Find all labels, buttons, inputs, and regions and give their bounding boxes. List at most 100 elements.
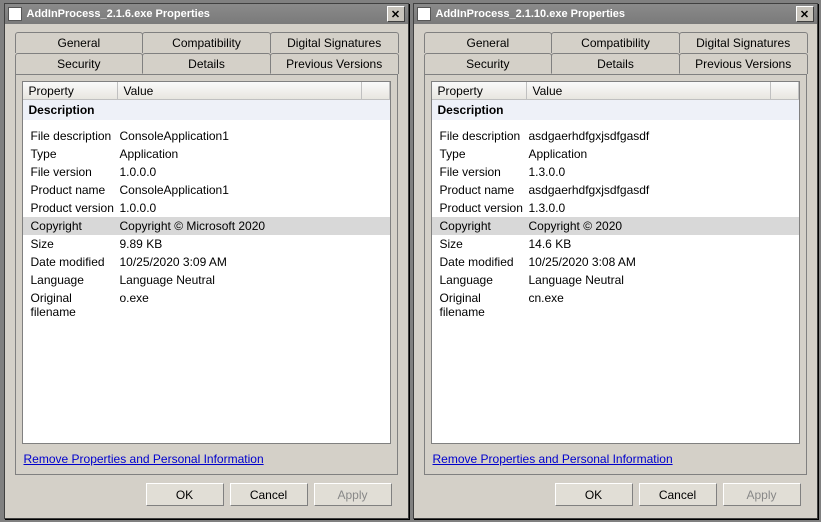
property-value: asdgaerhdfgxjsdfgasdf [527, 183, 799, 197]
tab-previous-versions[interactable]: Previous Versions [270, 53, 399, 74]
close-button[interactable]: ✕ [796, 6, 814, 22]
list-header: PropertyValue [432, 82, 799, 100]
property-name: File version [23, 165, 118, 179]
property-value: 1.0.0.0 [118, 201, 390, 215]
property-value: o.exe [118, 291, 390, 319]
property-value: 14.6 KB [527, 237, 799, 251]
property-name: Product version [432, 201, 527, 215]
property-value: 10/25/2020 3:08 AM [527, 255, 799, 269]
column-spacer [771, 82, 799, 99]
property-value: 1.0.0.0 [118, 165, 390, 179]
tabstrip: GeneralCompatibilityDigital Signatures Se… [424, 32, 807, 74]
property-row[interactable]: Product nameasdgaerhdfgxjsdfgasdf [432, 181, 799, 199]
property-name: Original filename [23, 291, 118, 319]
tabstrip: GeneralCompatibilityDigital Signatures Se… [15, 32, 398, 74]
property-name: Product name [23, 183, 118, 197]
tab-panel-details: PropertyValueDescription File description… [424, 74, 807, 475]
property-value: ConsoleApplication1 [118, 129, 390, 143]
properties-list[interactable]: PropertyValueDescription File description… [22, 81, 391, 444]
tab-details[interactable]: Details [551, 53, 680, 74]
tab-general[interactable]: General [15, 32, 144, 53]
property-row[interactable]: Product version1.3.0.0 [432, 199, 799, 217]
property-row[interactable]: TypeApplication [23, 145, 390, 163]
property-row[interactable]: LanguageLanguage Neutral [432, 271, 799, 289]
property-row[interactable]: CopyrightCopyright © 2020 [432, 217, 799, 235]
window-title: AddInProcess_2.1.6.exe Properties [27, 8, 387, 20]
dialog-body: GeneralCompatibilityDigital Signatures Se… [5, 24, 408, 518]
cancel-button[interactable]: Cancel [230, 483, 308, 506]
tab-details[interactable]: Details [142, 53, 271, 74]
column-property[interactable]: Property [23, 82, 118, 99]
tab-digital-signatures[interactable]: Digital Signatures [679, 32, 808, 53]
property-row[interactable]: File version1.0.0.0 [23, 163, 390, 181]
property-name: Copyright [23, 219, 118, 233]
apply-button[interactable]: Apply [314, 483, 392, 506]
list-body: Description File descriptionConsoleApplic… [23, 100, 390, 443]
link-row: Remove Properties and Personal Informati… [431, 444, 800, 468]
close-button[interactable]: ✕ [387, 6, 405, 22]
tab-compatibility[interactable]: Compatibility [551, 32, 680, 53]
property-row[interactable]: Original filenamecn.exe [432, 289, 799, 321]
property-value: Copyright © 2020 [527, 219, 799, 233]
property-row[interactable]: File descriptionasdgaerhdfgxjsdfgasdf [432, 127, 799, 145]
window-title: AddInProcess_2.1.10.exe Properties [436, 8, 796, 20]
column-value[interactable]: Value [527, 82, 771, 99]
remove-properties-link[interactable]: Remove Properties and Personal Informati… [24, 452, 264, 466]
tab-compatibility[interactable]: Compatibility [142, 32, 271, 53]
property-name: Product name [432, 183, 527, 197]
tab-security[interactable]: Security [15, 53, 144, 74]
list-body: DescriptionFile descriptionasdgaerhdfgxj… [432, 100, 799, 443]
remove-properties-link[interactable]: Remove Properties and Personal Informati… [433, 452, 673, 466]
apply-button[interactable]: Apply [723, 483, 801, 506]
column-value[interactable]: Value [118, 82, 362, 99]
property-name: Type [432, 147, 527, 161]
tab-digital-signatures[interactable]: Digital Signatures [270, 32, 399, 53]
property-row[interactable]: CopyrightCopyright © Microsoft 2020 [23, 217, 390, 235]
property-name: Language [23, 273, 118, 287]
property-value: 10/25/2020 3:09 AM [118, 255, 390, 269]
column-property[interactable]: Property [432, 82, 527, 99]
property-name: Language [432, 273, 527, 287]
property-row[interactable]: File version1.3.0.0 [432, 163, 799, 181]
ok-button[interactable]: OK [555, 483, 633, 506]
group-description[interactable]: Description [23, 100, 390, 121]
property-name: File description [432, 129, 527, 143]
property-value: ConsoleApplication1 [118, 183, 390, 197]
app-icon [417, 7, 431, 21]
property-row[interactable]: LanguageLanguage Neutral [23, 271, 390, 289]
property-name: Date modified [432, 255, 527, 269]
property-row[interactable]: TypeApplication [432, 145, 799, 163]
app-icon [8, 7, 22, 21]
property-row[interactable]: Date modified10/25/2020 3:09 AM [23, 253, 390, 271]
property-row[interactable]: Product version1.0.0.0 [23, 199, 390, 217]
properties-dialog: AddInProcess_2.1.10.exe Properties✕ Gener… [413, 3, 818, 519]
property-row[interactable]: Date modified10/25/2020 3:08 AM [432, 253, 799, 271]
property-name: Copyright [432, 219, 527, 233]
properties-list[interactable]: PropertyValueDescription File description… [431, 81, 800, 444]
property-value: Copyright © Microsoft 2020 [118, 219, 390, 233]
column-spacer [362, 82, 390, 99]
property-row[interactable]: Product nameConsoleApplication1 [23, 181, 390, 199]
link-row: Remove Properties and Personal Informati… [22, 444, 391, 468]
titlebar[interactable]: AddInProcess_2.1.10.exe Properties✕ [414, 4, 817, 24]
cancel-button[interactable]: Cancel [639, 483, 717, 506]
list-header: PropertyValue [23, 82, 390, 100]
property-row[interactable]: Size9.89 KB [23, 235, 390, 253]
property-value: Application [118, 147, 390, 161]
property-name: Product version [23, 201, 118, 215]
group-description[interactable]: Description [432, 100, 799, 121]
property-row[interactable]: Size14.6 KB [432, 235, 799, 253]
property-value: Language Neutral [527, 273, 799, 287]
property-name: File version [432, 165, 527, 179]
property-row[interactable]: Original filenameo.exe [23, 289, 390, 321]
button-row: OK Cancel Apply [15, 475, 398, 512]
tab-security[interactable]: Security [424, 53, 553, 74]
ok-button[interactable]: OK [146, 483, 224, 506]
tab-previous-versions[interactable]: Previous Versions [679, 53, 808, 74]
property-value: 1.3.0.0 [527, 165, 799, 179]
property-name: Type [23, 147, 118, 161]
property-row[interactable]: File descriptionConsoleApplication1 [23, 127, 390, 145]
property-value: Language Neutral [118, 273, 390, 287]
titlebar[interactable]: AddInProcess_2.1.6.exe Properties✕ [5, 4, 408, 24]
tab-general[interactable]: General [424, 32, 553, 53]
